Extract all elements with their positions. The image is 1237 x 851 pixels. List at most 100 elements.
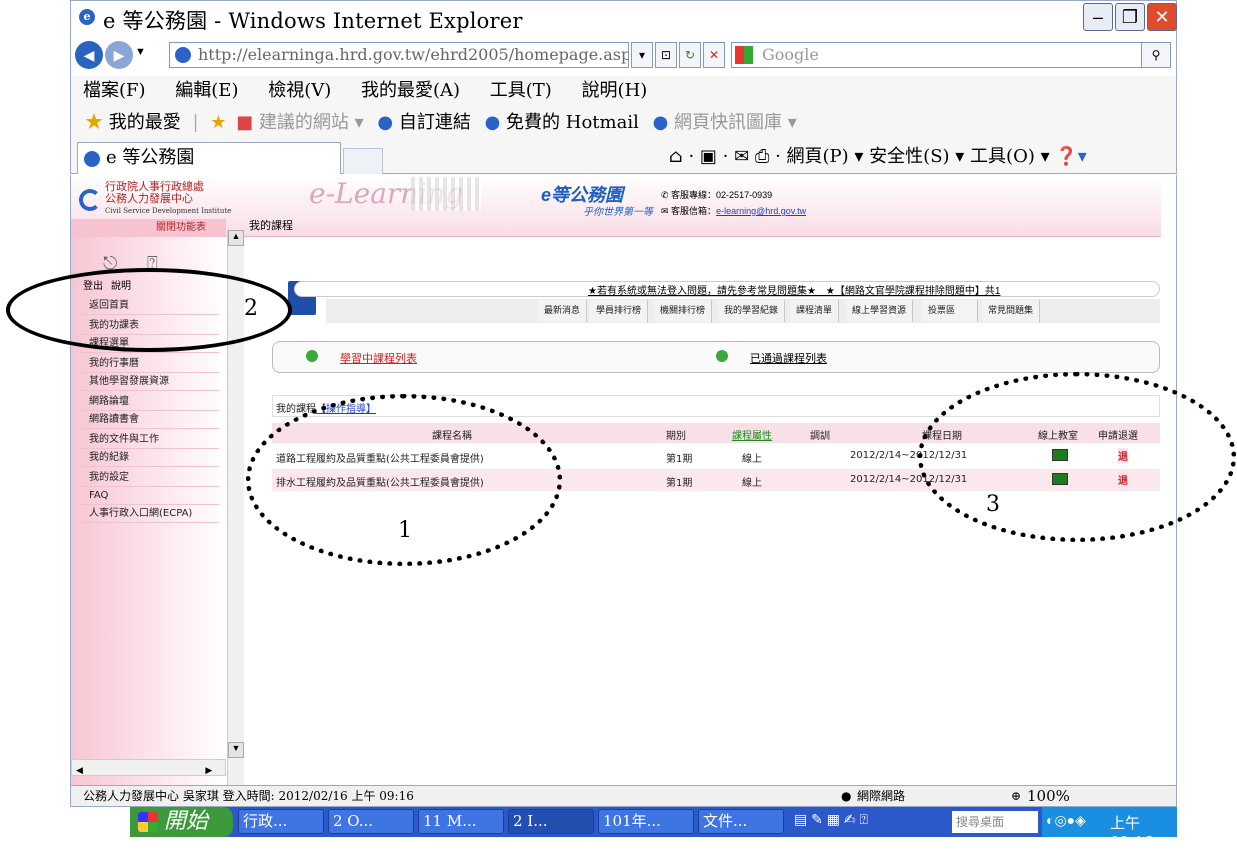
title-bar: e e 等公務園 - Windows Internet Explorer – ❐… [70, 0, 1177, 34]
sidebar-item-calendar[interactable]: 我的行事曆 [79, 355, 219, 373]
nav-learning-record[interactable]: 我的學習紀錄 [718, 300, 786, 322]
tab-current[interactable]: e 等公務園 [77, 142, 341, 174]
mail-icon[interactable]: ✉ [734, 146, 749, 167]
scroll-down-icon[interactable]: ▼ [228, 742, 244, 758]
zoom-icon[interactable]: ⊕ [1011, 786, 1021, 806]
scroll-up-icon[interactable]: ▲ [228, 230, 244, 246]
task-button[interactable]: 行政... [238, 809, 324, 834]
suggested-sites-link[interactable]: 建議的網站 ▾ [259, 112, 364, 133]
scroll-right-icon[interactable]: ▶ [205, 765, 212, 775]
close-button[interactable]: ✕ [1147, 3, 1177, 31]
refresh-icon[interactable]: ↻ [679, 42, 701, 68]
minimize-button[interactable]: – [1083, 3, 1113, 31]
horizontal-scrollbar[interactable]: ◀ ▶ [71, 759, 226, 776]
add-favorite-icon[interactable]: ★ [210, 112, 226, 133]
menu-view[interactable]: 檢視(V) [268, 80, 331, 101]
nav-course-list[interactable]: 課程清單 [790, 300, 840, 322]
task-button[interactable]: 2 O... [328, 809, 414, 834]
phone-icon: ✆ [661, 190, 672, 200]
sidebar-item-forum[interactable]: 網路論壇 [79, 393, 219, 411]
rss-icon[interactable]: ▣ [700, 146, 717, 167]
annotation-label-1: 1 [398, 518, 412, 543]
home-icon[interactable]: ⌂ [669, 146, 683, 167]
help-icon[interactable]: ❓▾ [1055, 146, 1086, 167]
menu-help[interactable]: 說明(H) [582, 80, 648, 101]
system-tray: ◐◎●◈ 上午 09:16 [1042, 807, 1177, 851]
task-button[interactable]: 11 M... [418, 809, 504, 834]
sidebar-item-settings[interactable]: 我的設定 [79, 469, 219, 487]
tab-in-progress[interactable]: 學習中課程列表 [340, 350, 417, 366]
custom-links-link[interactable]: 自訂連結 [399, 112, 471, 133]
email-link[interactable]: e-learning@hrd.gov.tw [716, 206, 806, 216]
col-dispatch: 調訓 [810, 431, 830, 442]
tray-quicklaunch-icon[interactable]: ▤ ✎ ▦ ✍ ⍰ [794, 811, 944, 833]
nav-student-rank[interactable]: 學員排行榜 [590, 300, 649, 322]
institute-logo-icon [79, 189, 101, 211]
window-title: e 等公務園 - Windows Internet Explorer [103, 9, 523, 33]
toggle-menu-button[interactable]: 關閉功能表 [71, 219, 226, 237]
nav-vote[interactable]: 投票區 [922, 300, 978, 322]
new-tab-button[interactable] [343, 148, 383, 174]
windows-logo-icon [138, 812, 158, 832]
restore-button[interactable]: ❐ [1115, 3, 1145, 31]
address-input[interactable]: http://elearninga.hrd.gov.tw/ehrd2005/ho… [169, 42, 629, 68]
marquee-text[interactable]: ★若有系統或無法登入問題，請先參考常見問題集★ ★【網路文官學院課程排除問題中】… [588, 282, 1000, 297]
suggested-icon: ■ [236, 112, 254, 133]
annotation-label-3: 3 [986, 492, 1000, 517]
org-line2: 公務人力發展中心 [105, 192, 193, 205]
forward-icon[interactable]: ▶ [105, 41, 133, 69]
start-label: 開始 [164, 809, 209, 834]
search-button[interactable]: ⚲ [1141, 42, 1171, 68]
sidebar-item-faq[interactable]: FAQ [79, 487, 219, 505]
hotmail-link[interactable]: 免費的 Hotmail [506, 112, 639, 133]
tray-icons[interactable]: ◐◎●◈ [1046, 812, 1086, 829]
desktop-search-input[interactable]: 搜尋桌面 [952, 811, 1038, 833]
task-button[interactable]: 文件... [698, 809, 784, 834]
scroll-left-icon[interactable]: ◀ [76, 765, 83, 775]
tools-menu[interactable]: 工具(O) ▾ [970, 146, 1050, 167]
site-header: 行政院人事行政總處 公務人力發展中心 Civil Service Develop… [71, 175, 1161, 237]
annotation-ellipse-3 [918, 372, 1236, 542]
stop-icon[interactable]: ✕ [703, 42, 725, 68]
star-icon: ★ [85, 112, 103, 133]
hotline: 客服專線：02-2517-0939 [671, 190, 773, 200]
history-dropdown-icon[interactable]: ▼ [135, 46, 146, 58]
command-bar: ⌂ · ▣ · ✉ ⎙ · 網頁(P) ▾ 安全性(S) ▾ 工具(O) ▾ ❓… [669, 146, 1087, 167]
page-menu[interactable]: 網頁(P) ▾ [787, 146, 864, 167]
email-label: 客服信箱： [671, 206, 717, 216]
webslice-gallery-link[interactable]: 網頁快訊圖庫 ▾ [674, 112, 797, 133]
back-icon[interactable]: ◀ [75, 41, 103, 69]
brand-slogan: 乎你世界第一等 [583, 207, 653, 218]
nav-online-resources[interactable]: 線上學習資源 [846, 300, 914, 322]
col-type[interactable]: 課程屬性 [732, 427, 772, 442]
task-button[interactable]: 101年... [598, 809, 694, 834]
zoom-level[interactable]: 100% [1027, 786, 1070, 806]
safety-menu[interactable]: 安全性(S) ▾ [869, 146, 964, 167]
sidebar-item-reading-club[interactable]: 網路讀書會 [79, 411, 219, 429]
nav-faq[interactable]: 常見問題集 [982, 300, 1041, 322]
sidebar-item-documents[interactable]: 我的文件與工作 [79, 431, 219, 449]
menu-tools[interactable]: 工具(T) [490, 80, 552, 101]
tab-passed[interactable]: 已通過課程列表 [750, 350, 827, 366]
favorites-button[interactable]: 我的最愛 [109, 112, 181, 133]
zone-text: 網際網路 [857, 789, 906, 803]
nav-news[interactable]: 最新消息 [538, 300, 588, 322]
search-input[interactable]: Google [731, 42, 1167, 68]
course-term: 第1期 [666, 478, 693, 489]
menu-favorites[interactable]: 我的最愛(A) [361, 80, 460, 101]
task-button-active[interactable]: 2 I... [508, 809, 594, 834]
nav-agency-rank[interactable]: 機關排行榜 [654, 300, 713, 322]
menu-file[interactable]: 檔案(F) [83, 80, 146, 101]
address-dropdown-button[interactable]: ▾ [631, 42, 653, 68]
course-type: 線上 [742, 454, 762, 465]
status-text: 公務人力發展中心 吳家琪 登入時間: 2012/02/16 上午 09:16 [83, 789, 414, 803]
menu-edit[interactable]: 編輯(E) [175, 80, 238, 101]
sidebar-item-resources[interactable]: 其他學習發展資源 [79, 373, 219, 391]
course-type: 線上 [742, 478, 762, 489]
favorites-bar: ★ 我的最愛 | ★ ■ 建議的網站 ▾ ● 自訂連結 ● 免費的 Hotmai… [70, 106, 1177, 140]
print-icon[interactable]: ⎙ [755, 146, 769, 167]
sidebar-item-ecpa[interactable]: 人事行政入口網(ECPA) [79, 505, 219, 523]
ie-link-icon: ● [484, 112, 501, 133]
sidebar-item-records[interactable]: 我的紀錄 [79, 449, 219, 467]
compat-icon[interactable]: ⊡ [655, 42, 677, 68]
